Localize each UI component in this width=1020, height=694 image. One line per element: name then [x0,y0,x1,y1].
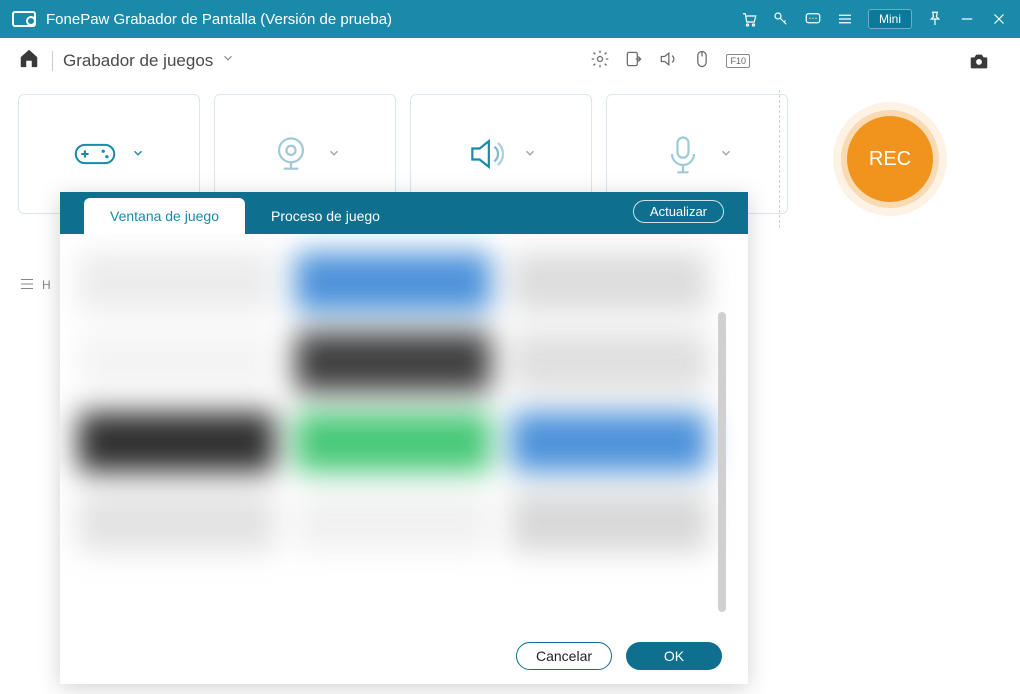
vertical-separator [779,90,780,228]
menu-icon[interactable] [836,10,854,28]
modal-footer: Cancelar OK [60,634,748,684]
mode-label[interactable]: Grabador de juegos [63,51,213,71]
chevron-down-icon [327,146,341,163]
title-bar: FonePaw Grabador de Pantalla (Versión de… [0,0,1020,38]
minimize-icon[interactable] [958,10,976,28]
list-icon [18,277,36,294]
screenshot-icon[interactable] [966,50,992,77]
cancel-button[interactable]: Cancelar [516,642,612,670]
titlebar-controls: Mini [740,9,1008,29]
tab-game-window[interactable]: Ventana de juego [84,198,245,234]
key-icon[interactable] [772,10,790,28]
settings-icon[interactable] [590,49,610,74]
cart-icon[interactable] [740,10,758,28]
toolbar-icons: F10 [590,38,750,84]
record-button[interactable]: REC [847,116,933,202]
chevron-down-icon [523,146,537,163]
game-window-modal: Ventana de juego Proceso de juego Actual… [60,192,748,684]
record-area: REC [790,84,990,234]
chevron-down-icon [719,146,733,163]
refresh-button[interactable]: Actualizar [633,200,724,223]
sound-icon[interactable] [658,49,678,74]
mini-button[interactable]: Mini [868,9,912,29]
history-letter: H [42,278,51,292]
close-icon[interactable] [990,10,1008,28]
tab-game-process[interactable]: Proceso de juego [245,198,406,234]
app-logo-icon [12,11,36,27]
home-icon[interactable] [18,47,40,74]
history-strip[interactable]: H [18,272,51,298]
chevron-down-icon [131,146,145,163]
record-label: REC [869,148,911,171]
ok-button[interactable]: OK [626,642,722,670]
modal-tabs: Ventana de juego Proceso de juego Actual… [60,192,748,234]
hotkey-badge: F10 [726,54,750,68]
app-title: FonePaw Grabador de Pantalla (Versión de… [46,11,740,28]
mode-chevron-icon[interactable] [221,51,235,70]
mode-bar: Grabador de juegos F10 [0,38,1020,84]
mouse-icon[interactable] [692,49,712,74]
pin-icon[interactable] [926,10,944,28]
blurred-window-thumbnails [78,252,708,624]
feedback-icon[interactable] [804,10,822,28]
export-icon[interactable] [624,49,644,74]
window-list-area[interactable] [60,234,748,634]
divider [52,51,53,71]
scrollbar[interactable] [718,312,726,612]
